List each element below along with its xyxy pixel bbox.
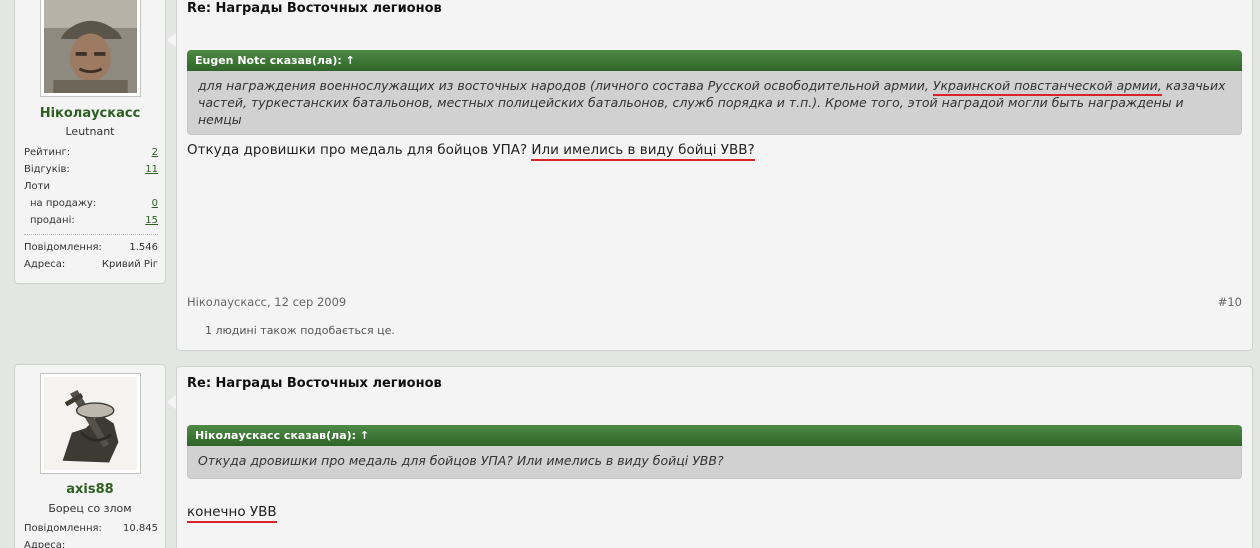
stat-messages: Повідомлення: 10.845 — [24, 521, 158, 538]
post-meta[interactable]: Ніколаускасс, 12 сер 2009 — [187, 295, 346, 309]
stat-lots: Лоти — [24, 179, 158, 196]
stat-value: 1.546 — [129, 242, 158, 253]
post-permalink[interactable]: #10 — [1218, 295, 1242, 309]
stat-for-sale: на продажу: 0 — [24, 196, 158, 213]
post-title: Re: Награды Восточных легионов — [187, 376, 442, 391]
post-10: Ніколаускасс Leutnant Рейтинг: 2 Відгукі… — [0, 0, 1260, 354]
stat-label: Рейтинг: — [24, 147, 71, 158]
quote-header[interactable]: Eugen Notc сказав(ла): ↑ — [187, 50, 1242, 71]
user-rank: Борец со злом — [48, 502, 132, 515]
message-highlighted-text: Или имелись в виду бойці УВВ? — [531, 142, 755, 161]
stat-label: Повідомлення: — [24, 242, 102, 253]
username[interactable]: axis88 — [15, 482, 165, 497]
user-stats: Повідомлення: 10.845 Адреса: — [24, 521, 158, 548]
post-content: Re: Награды Восточных легионов Eugen Not… — [176, 0, 1253, 351]
stat-address: Адреса: Кривий Ріг — [24, 257, 158, 274]
user-avatar[interactable] — [40, 0, 141, 97]
stat-label: Адреса: — [24, 540, 66, 548]
quote-block: Eugen Notc сказав(ла): ↑ для награждения… — [187, 50, 1242, 135]
quote-block: Ніколаускасс сказав(ла): ↑ Откуда дровиш… — [187, 425, 1242, 479]
stat-label: на продажу: — [30, 198, 97, 209]
likes-summary: 1 людині також подобається це. — [205, 324, 395, 337]
stat-label: Адреса: — [24, 259, 66, 270]
user-avatar[interactable] — [40, 373, 141, 474]
post-content: Re: Награды Восточных легионов Ніколауск… — [176, 366, 1253, 548]
message-text: конечно УВВ — [187, 504, 277, 523]
stat-value: 10.845 — [123, 523, 158, 534]
stat-rating: Рейтинг: 2 — [24, 145, 158, 162]
stat-rating-link[interactable]: 2 — [152, 147, 158, 158]
sword-emblem-avatar-icon — [44, 377, 137, 470]
quote-body: для награждения военнослужащих из восточ… — [187, 71, 1242, 135]
stat-address: Адреса: — [24, 538, 158, 548]
quote-header[interactable]: Ніколаускасс сказав(ла): ↑ — [187, 425, 1242, 446]
stat-reviews-link[interactable]: 11 — [145, 164, 158, 175]
post-11: axis88 Борец со злом Повідомлення: 10.84… — [0, 362, 1260, 548]
stat-messages: Повідомлення: 1.546 — [24, 240, 158, 257]
user-info-panel: Ніколаускасс Leutnant Рейтинг: 2 Відгукі… — [14, 0, 166, 284]
stat-label: Відгуків: — [24, 164, 70, 175]
quote-body: Откуда дровишки про медаль для бойцов УП… — [187, 446, 1242, 479]
user-info-panel: axis88 Борец со злом Повідомлення: 10.84… — [14, 364, 166, 548]
soldier-photo-avatar-icon — [44, 0, 137, 93]
stat-sold: продані: 15 — [24, 213, 158, 230]
stats-divider — [24, 234, 158, 235]
stat-sold-link[interactable]: 15 — [145, 215, 158, 226]
stat-reviews: Відгуків: 11 — [24, 162, 158, 179]
message-text: Откуда дровишки про медаль для бойцов УП… — [187, 142, 755, 161]
username[interactable]: Ніколаускасс — [15, 106, 165, 121]
stat-label: Лоти — [24, 181, 50, 192]
message-part: Откуда дровишки про медаль для бойцов УП… — [187, 142, 532, 158]
stat-for-sale-link[interactable]: 0 — [152, 198, 158, 209]
quote-text: для награждения военнослужащих из восточ… — [198, 78, 933, 93]
stat-label: Повідомлення: — [24, 523, 102, 534]
user-rank: Leutnant — [65, 125, 115, 138]
user-stats: Рейтинг: 2 Відгуків: 11 Лоти на продажу:… — [24, 145, 158, 274]
quote-highlighted-text: Украинской повстанческой армии, — [932, 78, 1162, 96]
post-title: Re: Награды Восточных легионов — [187, 1, 442, 16]
stat-label: продані: — [30, 215, 75, 226]
stat-value: Кривий Ріг — [101, 259, 158, 270]
message-highlighted-text: конечно УВВ — [187, 504, 277, 523]
